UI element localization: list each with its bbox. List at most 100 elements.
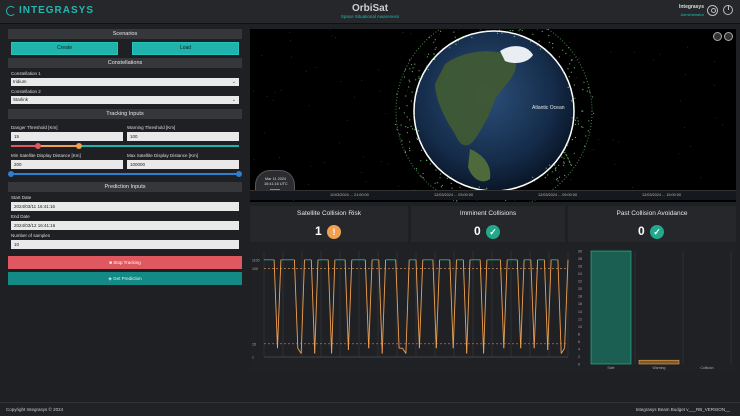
distance-line-chart[interactable]: 1100 100 15 1 [250,245,576,372]
satellite-dot [548,41,550,44]
bar-safe[interactable] [590,250,632,365]
satellite-dot [418,138,421,140]
danger-threshold-input[interactable]: 15 [11,132,123,141]
star-dot [410,33,412,35]
warning-threshold-input[interactable]: 100 [127,132,239,141]
star-dot [612,139,614,141]
globe-viewer[interactable]: Atlantic Ocean [250,29,736,202]
satellite-dot [457,40,459,42]
satellite-dot [399,133,401,135]
bar-warning[interactable] [638,359,680,365]
get-prediction-button[interactable]: ◈ Get Prediction [8,272,242,285]
min-distance-handle[interactable] [8,170,14,177]
star-dot [385,113,387,114]
satellite-dot [408,79,410,81]
series-segment [520,259,525,349]
danger-slider-handle[interactable] [35,142,42,149]
satellite-dot [404,151,406,153]
warning-slider-handle[interactable] [76,142,83,149]
max-distance-handle[interactable] [236,170,242,177]
help-icon[interactable] [724,32,733,41]
user-role: Administrator [680,12,704,17]
star-dot [514,199,516,201]
satellite-dot [486,187,488,189]
satellite-dot [567,144,569,146]
satellite-dot [450,176,452,179]
satellite-dot [405,95,407,97]
globe-view-icon[interactable] [713,32,722,41]
satellite-dot [566,155,568,157]
star-dot [253,159,255,161]
satellite-dot [565,52,567,54]
series-segment [415,259,420,349]
star-dot [576,77,577,78]
satellite-dot [558,56,560,58]
y-tick-label: 14 [578,310,582,314]
satellite-dot [574,119,577,121]
user-account-icon[interactable] [707,5,718,16]
star-dot [253,90,254,92]
satellite-dot [423,148,425,150]
max-distance-label: Max Satellite Display Distance [Km] [127,153,199,158]
satellite-dot [577,123,580,125]
load-button[interactable]: Load [132,42,239,55]
distance-slider[interactable] [8,169,242,178]
y-tick-label: 26 [578,265,582,269]
get-prediction-label: Get Prediction [113,276,142,281]
star-dot [387,163,389,165]
constellation-2-select[interactable]: Starlink ⌄ [11,96,239,104]
satellite-dot [412,67,414,69]
satellite-dot [451,187,453,189]
threshold-slider[interactable] [11,141,239,150]
satellite-dot [422,177,424,179]
satellite-dot [574,97,576,99]
series-segment [533,259,539,349]
constellation-1-select[interactable]: Iridium ⌄ [11,78,239,86]
constellations-header: Constellations [8,58,242,68]
y-tick-label: 15 [252,342,256,346]
satellite-dot [564,149,566,151]
danger-col: Danger Threshold [Km] 15 [11,122,123,141]
tracking-header: Tracking Inputs [8,109,242,119]
globe-scene[interactable]: Atlantic Ocean [250,29,736,202]
satellite-dot [435,164,437,166]
star-dot [310,165,312,167]
satellite-dot [403,112,405,114]
star-dot [678,153,680,155]
status-bar-chart[interactable]: 024681012141618202224262830Safe Warning Co… [577,245,736,372]
samples-input[interactable]: 10 [11,240,239,249]
timeline-bar[interactable]: 11/03/2024 ... 21:00:00 12/03/2024 ... 0… [250,190,736,200]
stop-tracking-button[interactable]: ■ Stop Tracking [8,256,242,269]
satellite-dot [542,174,544,176]
prediction-header: Prediction Inputs [8,182,242,192]
series-segment [405,259,410,354]
end-date-input[interactable]: 2024/03/12 16:41:16 [11,221,239,230]
series-segment [560,347,565,354]
create-button[interactable]: Create [11,42,118,55]
star-dot [365,181,367,183]
past-avoidance-card: Past Collision Avoidance 0 ✓ [568,206,736,242]
power-logout-icon[interactable] [723,5,733,15]
app-subtitle: Space Situational Awareness [340,14,400,19]
satellite-dot [426,56,428,58]
satellite-dot [548,34,550,37]
star-dot [714,61,715,63]
start-date-input[interactable]: 2024/03/11 16:41:16 [11,202,239,211]
series-segment [432,259,437,349]
warning-col: Warning Threshold [Km] 100 [127,122,239,141]
series-segment [516,259,522,349]
clock-date: Mar 11 2024 [265,177,287,181]
satellite-dot [567,86,569,88]
past-avoidance-title: Past Collision Avoidance [616,210,688,217]
max-distance-input[interactable]: 100000 [127,160,239,169]
star-dot [713,84,715,86]
satellite-dot [564,174,566,177]
satellite-dot [411,64,413,66]
user-name: Integrasys [678,4,704,10]
distance-row: Min Satellite Display Distance [Km] 200 … [8,150,242,169]
satellite-dot [453,31,455,33]
min-distance-input[interactable]: 200 [11,160,123,169]
satellite-dot [440,30,442,32]
y-tick-label: 100 [252,267,258,271]
star-dot [659,53,661,55]
